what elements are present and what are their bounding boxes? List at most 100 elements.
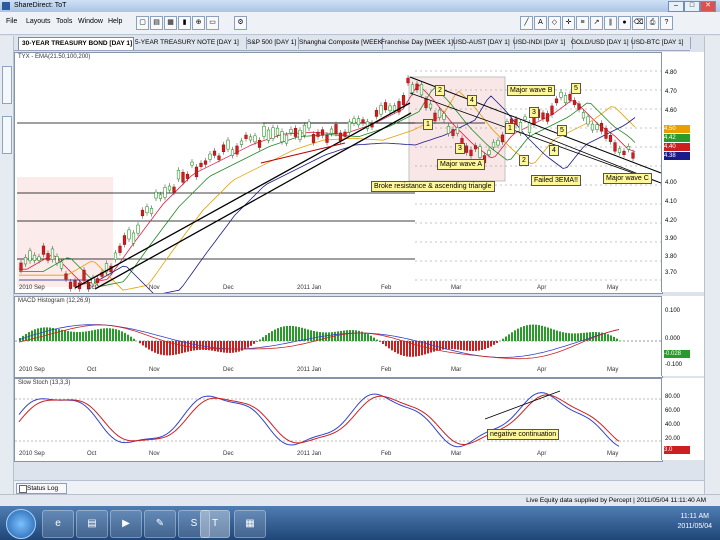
menu-file[interactable]: File: [6, 18, 17, 25]
layout-icon[interactable]: ▤: [150, 16, 163, 30]
taskbar-folder-icon[interactable]: ▤: [76, 510, 108, 538]
menu-tools[interactable]: Tools: [56, 18, 72, 25]
screen-icon[interactable]: ▭: [206, 16, 219, 30]
tab-usd-btc[interactable]: USD-BTC [DAY 1]: [628, 37, 691, 49]
draw-line-icon[interactable]: ╱: [520, 16, 533, 30]
candle-body: [280, 131, 284, 143]
price-label-green: 4.42: [664, 134, 690, 142]
zoom-icon[interactable]: ⊕: [192, 16, 205, 30]
taskbar-app-icon[interactable]: ▦: [234, 510, 266, 538]
macd-bar: [577, 333, 579, 341]
stochastic-panel[interactable]: Slow Stoch (13,3,3) negative continuatio…: [14, 378, 663, 462]
side-tab-watchlist[interactable]: [2, 66, 12, 104]
help-icon[interactable]: ?: [660, 16, 673, 30]
candle-body: [271, 127, 275, 139]
macd-bar: [94, 329, 96, 341]
start-button[interactable]: [6, 509, 36, 539]
macd-bar: [55, 328, 57, 341]
candle-body: [59, 261, 64, 269]
shape-tool-icon[interactable]: ◇: [548, 16, 561, 30]
color-picker-icon[interactable]: ●: [618, 16, 631, 30]
grid-icon[interactable]: ▦: [164, 16, 177, 30]
text-tool-icon[interactable]: A: [534, 16, 547, 30]
macd-bar: [271, 331, 273, 341]
macd-bar: [364, 332, 366, 341]
tab-sp500[interactable]: S&P 500 [DAY 1]: [244, 37, 299, 49]
y-tick-380: 3.80: [665, 254, 677, 260]
menu-help[interactable]: Help: [108, 18, 122, 25]
candle-body: [212, 150, 217, 156]
settings-icon[interactable]: ⚙: [234, 16, 247, 30]
macd-panel[interactable]: MACD Histogram (12,26,9) 2010 Sep Oct No…: [14, 296, 663, 378]
stoch-x-label-jan: 2011 Jan: [297, 451, 322, 457]
candle-body: [185, 173, 190, 179]
macd-bar: [616, 338, 618, 341]
macd-bar: [556, 330, 558, 341]
wave-label-3a: 3: [455, 143, 465, 154]
macd-bar: [280, 327, 282, 341]
negative-continuation-label: negative continuation: [487, 429, 560, 440]
minimize-button[interactable]: –: [668, 1, 684, 12]
menu-layouts[interactable]: Layouts: [26, 18, 51, 25]
crosshair-icon[interactable]: ✛: [562, 16, 575, 30]
taskbar-ie-icon[interactable]: e: [42, 510, 74, 538]
tab-shanghai[interactable]: Shanghai Composite [WEEK 1]: [296, 37, 383, 49]
candle-body: [113, 252, 118, 260]
macd-bar: [88, 330, 90, 341]
candle-body: [568, 94, 572, 101]
tab-usd-indi[interactable]: USD-INDI [DAY 1]: [510, 37, 573, 49]
macd-bar: [277, 328, 279, 341]
macd-bar: [196, 341, 198, 351]
bar-chart-icon[interactable]: ▮: [178, 16, 191, 30]
status-log-button[interactable]: Status Log: [16, 483, 68, 494]
taskbar-tot-icon[interactable]: T: [200, 510, 230, 538]
macd-tick-zero: 0.000: [665, 336, 681, 342]
x-label-nov: Nov: [149, 285, 160, 291]
macd-bar: [517, 328, 519, 341]
candle-body: [356, 118, 361, 126]
candle-body: [500, 134, 505, 143]
price-chart-panel[interactable]: TYX - EMA(21.50,100,200) 2 4 1 3 Major w…: [14, 52, 663, 294]
macd-bar: [355, 330, 357, 341]
tab-5yr-treasury[interactable]: 5-YEAR TREASURY NOTE [DAY 1]: [132, 37, 247, 49]
channel-tool-icon[interactable]: ∥: [604, 16, 617, 30]
y-tick-480: 4.80: [665, 70, 677, 76]
macd-bar: [580, 333, 582, 341]
menu-window[interactable]: Window: [78, 18, 103, 25]
macd-bar: [100, 328, 102, 341]
macd-bar: [607, 334, 609, 341]
macd-bar: [538, 325, 540, 341]
macd-bar: [151, 341, 153, 352]
tab-usd-aust[interactable]: USD-AUST [DAY 1]: [450, 37, 515, 49]
side-tab-scanner[interactable]: [2, 116, 12, 154]
candle-body: [446, 125, 451, 134]
macd-bar: [496, 341, 498, 343]
candle-body: [496, 140, 500, 146]
candle-body: [374, 110, 379, 117]
tab-gold-usd[interactable]: GOLD/USD [DAY 1]: [568, 37, 633, 49]
macd-bar: [103, 328, 105, 341]
macd-bar: [532, 324, 534, 341]
macd-bar: [274, 329, 276, 341]
macd-bar: [283, 326, 285, 341]
major-wave-c-label: Major wave C: [603, 173, 652, 184]
print-icon[interactable]: ⎙: [646, 16, 659, 30]
maximize-button[interactable]: □: [684, 1, 700, 12]
macd-bar: [469, 341, 471, 351]
close-button[interactable]: ✕: [700, 1, 716, 12]
y-tick-420: 4.20: [665, 218, 677, 224]
taskbar-clock[interactable]: 11:11 AM 2011/05/04: [677, 512, 712, 532]
tab-30yr-treasury[interactable]: 30-YEAR TREASURY BOND [DAY 1]: [18, 37, 134, 50]
taskbar-media-icon[interactable]: ▶: [110, 510, 142, 538]
new-chart-icon[interactable]: ▢: [136, 16, 149, 30]
macd-bar: [121, 331, 123, 341]
tab-franchise[interactable]: Franchise Day [WEEK 1]: [378, 37, 455, 49]
taskbar-tools-icon[interactable]: ✎: [144, 510, 176, 538]
left-side-rail: [0, 36, 14, 506]
fibonacci-icon[interactable]: ≡: [576, 16, 589, 30]
candle-body: [235, 145, 239, 155]
eraser-icon[interactable]: ⌫: [632, 16, 645, 30]
candle-body: [379, 105, 383, 115]
menu-bar: File Layouts Tools Window Help ▢ ▤ ▦ ▮ ⊕…: [0, 12, 720, 35]
arrow-tool-icon[interactable]: ↗: [590, 16, 603, 30]
